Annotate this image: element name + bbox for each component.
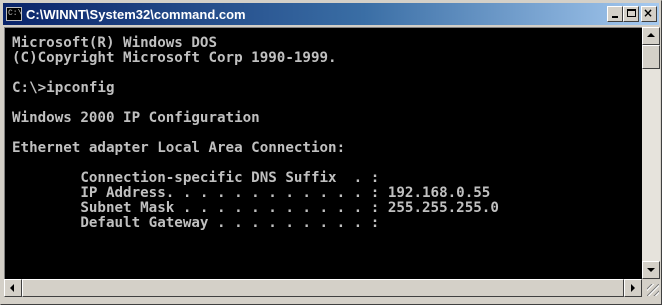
console-line: C:\>ipconfig <box>12 80 115 96</box>
console-line: (C)Copyright Microsoft Corp 1990-1999. <box>12 50 337 66</box>
down-arrow-icon <box>647 268 655 272</box>
console-text: Microsoft(R) Windows DOS (C)Copyright Mic… <box>12 36 499 231</box>
console-line: Microsoft(R) Windows DOS <box>12 35 217 51</box>
resize-grip-icon <box>647 284 659 296</box>
up-arrow-icon <box>647 33 655 37</box>
scroll-left-button[interactable] <box>4 279 22 297</box>
minimize-button[interactable] <box>607 6 623 22</box>
vertical-scroll-thumb[interactable] <box>642 45 660 69</box>
console-line: IP Address. . . . . . . . . . . . : 192.… <box>12 185 491 201</box>
console-line: Subnet Mask . . . . . . . . . . . : 255.… <box>12 200 499 216</box>
right-arrow-icon <box>631 284 635 292</box>
horizontal-scroll-thumb[interactable] <box>22 279 624 297</box>
vertical-scrollbar[interactable] <box>642 27 660 279</box>
resize-corner[interactable] <box>642 279 660 297</box>
left-arrow-icon <box>10 284 14 292</box>
console-line: Ethernet adapter Local Area Connection: <box>12 140 346 156</box>
console-line: Default Gateway . . . . . . . . . : <box>12 215 380 231</box>
maximize-button[interactable] <box>623 6 639 22</box>
horizontal-scrollbar[interactable] <box>4 279 642 297</box>
command-window: C:\ C:\WINNT\System32\command.com × Micr… <box>0 0 662 305</box>
console-output[interactable]: Microsoft(R) Windows DOS (C)Copyright Mic… <box>4 27 642 279</box>
caption-buttons: × <box>607 6 657 22</box>
title-bar[interactable]: C:\ C:\WINNT\System32\command.com × <box>3 3 659 25</box>
console-line: Connection-specific DNS Suffix . : <box>12 170 380 186</box>
scroll-down-button[interactable] <box>642 261 660 279</box>
console-line: Windows 2000 IP Configuration <box>12 110 260 126</box>
command-prompt-icon[interactable]: C:\ <box>6 7 22 21</box>
close-icon: × <box>643 6 654 20</box>
close-button[interactable]: × <box>641 6 657 22</box>
window-title: C:\WINNT\System32\command.com <box>26 6 246 22</box>
scroll-right-button[interactable] <box>624 279 642 297</box>
minimize-icon <box>612 16 618 18</box>
scroll-up-button[interactable] <box>642 27 660 45</box>
maximize-icon <box>627 9 636 17</box>
